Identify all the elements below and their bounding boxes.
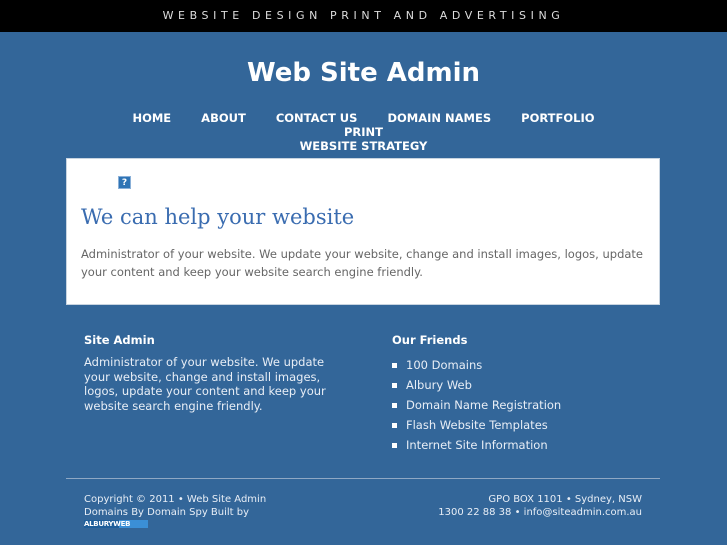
- nav-website-strategy[interactable]: WEBSITE STRATEGY: [300, 139, 428, 153]
- friend-item: Internet Site Information: [392, 435, 561, 455]
- footer-divider: [66, 478, 660, 479]
- bullet-icon: [392, 402, 397, 408]
- nav-portfolio[interactable]: PORTFOLIO: [521, 111, 594, 125]
- nav-home[interactable]: HOME: [132, 111, 171, 125]
- about-title: Site Admin: [84, 333, 155, 347]
- built-by: Domains By Domain Spy Built by: [84, 507, 250, 518]
- main-content: ? We can help your website Administrator…: [66, 158, 660, 305]
- footer-right: GPO BOX 1101 • Sydney, NSW 1300 22 88 38…: [438, 493, 642, 519]
- friend-link-domain-name-registration[interactable]: Domain Name Registration: [406, 397, 561, 413]
- friend-item: Flash Website Templates: [392, 415, 561, 435]
- friends-title: Our Friends: [392, 333, 468, 347]
- nav-domain-names[interactable]: DOMAIN NAMES: [387, 111, 491, 125]
- nav-about[interactable]: ABOUT: [201, 111, 246, 125]
- copyright: Copyright © 2011 • Web Site Admin: [84, 494, 267, 505]
- friend-link-100-domains[interactable]: 100 Domains: [406, 357, 482, 373]
- friend-link-flash-website-templates[interactable]: Flash Website Templates: [406, 417, 548, 433]
- site-title[interactable]: Web Site Admin: [0, 58, 727, 88]
- tagline: WEBSITE DESIGN PRINT AND ADVERTISING: [162, 9, 565, 22]
- main-heading: We can help your website: [81, 205, 355, 229]
- friend-item: Domain Name Registration: [392, 395, 561, 415]
- main-body: Administrator of your website. We update…: [81, 247, 644, 279]
- friend-item: Albury Web: [392, 375, 561, 395]
- bullet-icon: [392, 382, 397, 388]
- bullet-icon: [392, 422, 397, 428]
- bullet-icon: [392, 442, 397, 448]
- address: GPO BOX 1101 • Sydney, NSW: [488, 494, 642, 505]
- contact-info[interactable]: 1300 22 88 38 • info@siteadmin.com.au: [438, 506, 642, 519]
- bullet-icon: [392, 362, 397, 368]
- friend-link-albury-web[interactable]: Albury Web: [406, 377, 472, 393]
- alburyweb-logo[interactable]: ALBURYWEB: [84, 520, 148, 528]
- footer-left: Copyright © 2011 • Web Site Admin Domain…: [84, 493, 266, 532]
- tagline-bar: WEBSITE DESIGN PRINT AND ADVERTISING: [0, 0, 727, 32]
- friend-link-internet-site-information[interactable]: Internet Site Information: [406, 437, 548, 453]
- nav-contact-us[interactable]: CONTACT US: [276, 111, 358, 125]
- friend-item: 100 Domains: [392, 355, 561, 375]
- nav-print[interactable]: PRINT: [344, 125, 383, 139]
- friends-list: 100 Domains Albury Web Domain Name Regis…: [392, 355, 561, 455]
- main-nav: HOME ABOUT CONTACT US DOMAIN NAMES PORTF…: [90, 111, 637, 153]
- question-mark-icon: ?: [118, 176, 131, 189]
- about-text: Administrator of your website. We update…: [84, 355, 326, 413]
